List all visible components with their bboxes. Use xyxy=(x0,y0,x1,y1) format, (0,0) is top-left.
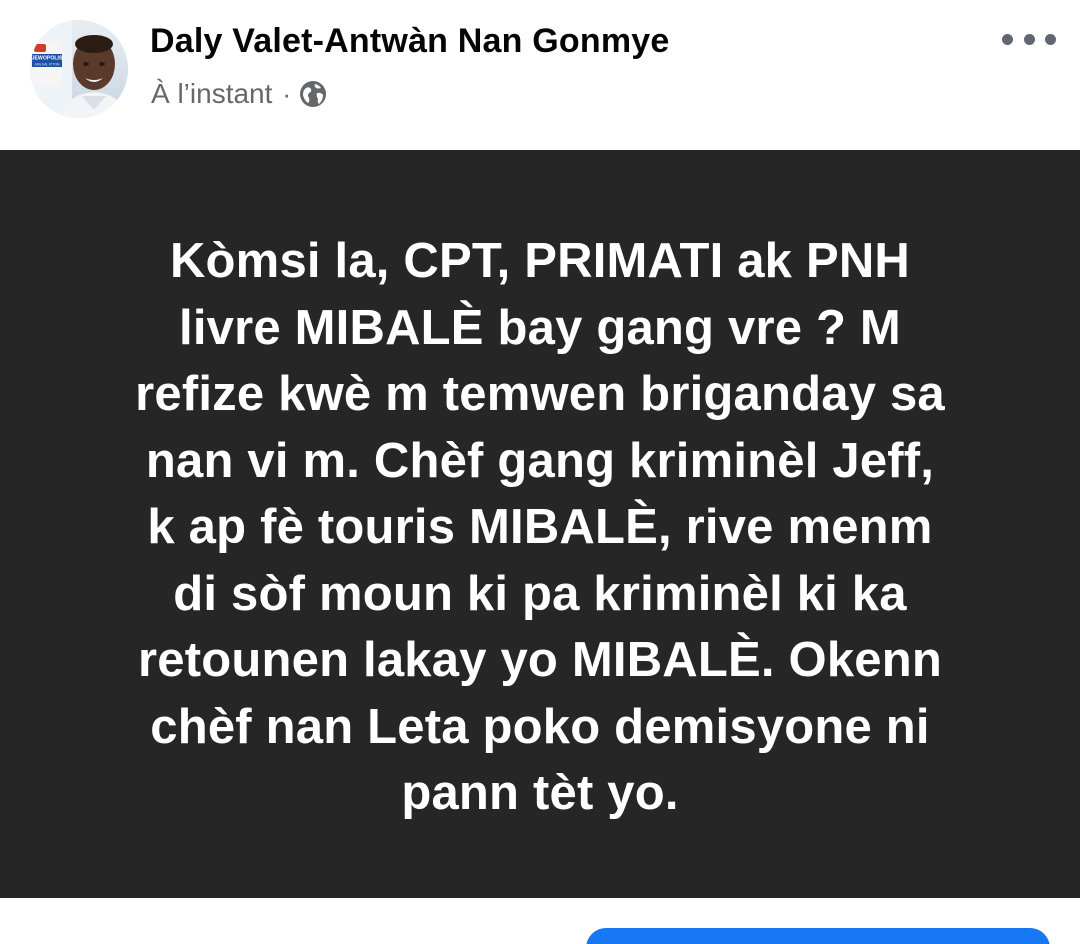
action-button[interactable] xyxy=(586,928,1050,944)
avatar-photo: JEWOPOLIS JAN KAL PITON xyxy=(30,20,128,118)
post-timestamp[interactable]: À l’instant xyxy=(151,78,272,110)
post-meta: À l’instant · xyxy=(151,76,327,112)
meta-separator: · xyxy=(282,78,292,109)
post-text-card: Kòmsi la, CPT, PRIMATI ak PNH livre MIBA… xyxy=(0,150,1080,898)
facebook-post: JEWOPOLIS JAN KAL PITON Daly Valet-Antwà… xyxy=(0,0,1080,944)
globe-icon[interactable] xyxy=(299,80,327,108)
more-horizontal-icon-dot xyxy=(1002,33,1013,45)
avatar-badge-text: JEWOPOLIS xyxy=(32,56,63,62)
avatar-badge-subtext: JAN KAL PITON xyxy=(35,63,60,67)
author-name[interactable]: Daly Valet-Antwàn Nan Gonmye xyxy=(150,22,670,61)
author-avatar[interactable]: JEWOPOLIS JAN KAL PITON xyxy=(30,20,128,118)
post-header: JEWOPOLIS JAN KAL PITON Daly Valet-Antwà… xyxy=(0,0,1080,150)
more-horizontal-icon-dot xyxy=(1023,33,1035,45)
post-body-text: Kòmsi la, CPT, PRIMATI ak PNH livre MIBA… xyxy=(135,234,945,820)
more-horizontal-icon-dot xyxy=(1045,33,1056,45)
more-options-button[interactable] xyxy=(1002,26,1056,52)
